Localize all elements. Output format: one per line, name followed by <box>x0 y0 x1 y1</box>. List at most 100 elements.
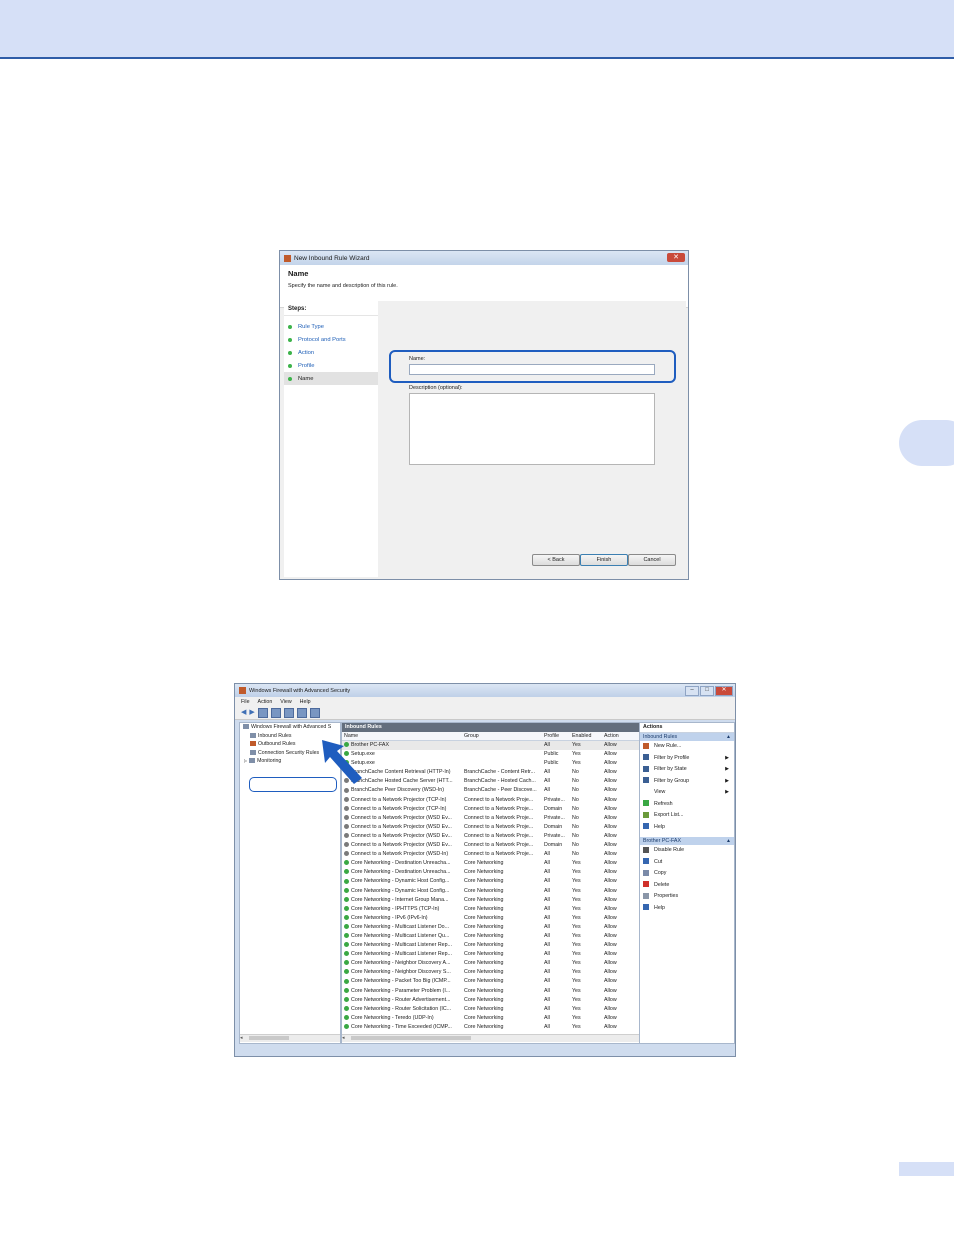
cell-text: Allow <box>604 787 617 794</box>
table-row[interactable]: Core Networking - Router Solicitation (I… <box>342 1005 639 1014</box>
table-row[interactable]: Core Networking - Time Exceeded (ICMP...… <box>342 1023 639 1032</box>
close-button[interactable]: ✕ <box>667 253 685 262</box>
maximize-button[interactable]: □ <box>700 686 714 696</box>
table-row[interactable]: Core Networking - Packet Too Big (ICMP..… <box>342 977 639 986</box>
table-row[interactable]: Core Networking - Destination Unreacha..… <box>342 868 639 877</box>
table-row[interactable]: Connect to a Network Projector (WSD Ev..… <box>342 832 639 841</box>
table-row[interactable]: Core Networking - Neighbor Discovery S..… <box>342 968 639 977</box>
table-row[interactable]: BranchCache Peer Discovery (WSD-In) Branc… <box>342 786 639 795</box>
menu-help[interactable]: Help <box>300 699 311 705</box>
menu-action[interactable]: Action <box>258 699 273 705</box>
step-protocol-ports[interactable]: Protocol and Ports <box>284 333 378 346</box>
minimize-button[interactable]: – <box>685 686 699 696</box>
table-row[interactable]: Connect to a Network Projector (WSD Ev..… <box>342 814 639 823</box>
action-item[interactable]: Copy <box>640 868 734 880</box>
table-row[interactable]: Core Networking - Multicast Listener Qu.… <box>342 932 639 941</box>
close-button[interactable]: ✕ <box>715 686 733 696</box>
toolbar: ◀ ▶ <box>235 706 735 720</box>
tree-root[interactable]: Windows Firewall with Advanced S <box>240 723 340 732</box>
step-rule-type[interactable]: Rule Type <box>284 320 378 333</box>
action-item[interactable]: Refresh <box>640 799 734 811</box>
table-row[interactable]: Core Networking - Neighbor Discovery A..… <box>342 959 639 968</box>
rule-action-cell: Allow <box>602 977 639 986</box>
finish-button[interactable]: Finish <box>580 554 628 566</box>
cell-text: Allow <box>604 896 617 903</box>
step-action[interactable]: Action <box>284 346 378 359</box>
step-profile[interactable]: Profile <box>284 359 378 372</box>
table-row[interactable]: Connect to a Network Projector (TCP-In) C… <box>342 805 639 814</box>
table-row[interactable]: Core Networking - Dynamic Host Config...… <box>342 877 639 886</box>
action-item[interactable]: View ▶ <box>640 787 734 799</box>
table-row[interactable]: Core Networking - Multicast Listener Rep… <box>342 950 639 959</box>
column-header-action[interactable]: Action <box>602 732 639 740</box>
action-item[interactable]: Filter by State ▶ <box>640 764 734 776</box>
table-row[interactable]: BranchCache Hosted Cache Server (HTT... B… <box>342 777 639 786</box>
back-button[interactable]: < Back <box>532 554 580 566</box>
tree-horizontal-scrollbar[interactable]: ◂ <box>240 1034 340 1042</box>
table-row[interactable]: Core Networking - Teredo (UDP-In) Core Ne… <box>342 1014 639 1023</box>
collapse-icon[interactable]: ▲ <box>726 733 731 741</box>
action-item[interactable]: Export List... <box>640 810 734 822</box>
rule-name-cell: Core Networking - Dynamic Host Config... <box>342 877 462 886</box>
table-row[interactable]: Core Networking - Router Advertisement..… <box>342 996 639 1005</box>
column-header-group[interactable]: Group <box>462 732 542 740</box>
table-row[interactable]: Connect to a Network Projector (WSD Ev..… <box>342 823 639 832</box>
table-row[interactable]: Core Networking - Dynamic Host Config...… <box>342 887 639 896</box>
actions-section-inbound[interactable]: Inbound Rules ▲ <box>640 733 734 741</box>
table-row[interactable]: Brother PC-FAX All Yes Allow <box>342 741 639 751</box>
action-item[interactable]: Help <box>640 822 734 834</box>
cell-text: All <box>544 923 550 930</box>
table-row[interactable]: Core Networking - Destination Unreacha..… <box>342 859 639 868</box>
step-name[interactable]: Name <box>284 372 378 385</box>
action-item[interactable]: Help <box>640 903 734 915</box>
rule-name-cell: Connect to a Network Projector (WSD Ev..… <box>342 841 462 850</box>
rule-group-cell: Connect to a Network Proje... <box>462 841 542 850</box>
back-arrow-icon[interactable]: ◀ <box>241 709 246 717</box>
show-hide-tree-icon[interactable] <box>270 707 281 718</box>
forward-arrow-icon[interactable]: ▶ <box>249 709 254 717</box>
menu-file[interactable]: File <box>241 699 250 705</box>
table-row[interactable]: Core Networking - Multicast Listener Rep… <box>342 941 639 950</box>
action-item[interactable]: Delete <box>640 880 734 892</box>
action-item[interactable]: Properties <box>640 891 734 903</box>
action-item[interactable]: Filter by Group ▶ <box>640 776 734 788</box>
column-header-profile[interactable]: Profile <box>542 732 570 740</box>
up-folder-icon[interactable] <box>257 707 268 718</box>
cell-text: Core Networking - Dynamic Host Config... <box>351 878 450 885</box>
column-header-enabled[interactable]: Enabled <box>570 732 602 740</box>
properties-icon[interactable] <box>309 707 320 718</box>
table-row[interactable]: Setup.exe Public Yes Allow <box>342 759 639 768</box>
table-row[interactable]: BranchCache Content Retrieval (HTTP-In) B… <box>342 768 639 777</box>
table-row[interactable]: Core Networking - Internet Group Mana...… <box>342 896 639 905</box>
rule-group-cell: Connect to a Network Proje... <box>462 805 542 814</box>
table-row[interactable]: Connect to a Network Projector (WSD Ev..… <box>342 841 639 850</box>
table-row[interactable]: Connect to a Network Projector (TCP-In) C… <box>342 796 639 805</box>
expand-arrow-icon[interactable]: ▷ <box>244 758 247 763</box>
table-row[interactable]: Core Networking - IPv6 (IPv6-In) Core Net… <box>342 914 639 923</box>
rule-group-cell: Core Networking <box>462 868 542 877</box>
refresh-icon[interactable] <box>283 707 294 718</box>
action-item[interactable]: Disable Rule <box>640 845 734 857</box>
cell-text: Yes <box>572 760 581 767</box>
cell-text: Connect to a Network Proje... <box>464 814 534 821</box>
cancel-button[interactable]: Cancel <box>628 554 676 566</box>
enabled-rule-icon <box>344 978 349 984</box>
actions-section-rule[interactable]: Brother PC-FAX ▲ <box>640 837 734 845</box>
cell-text: Allow <box>604 860 617 867</box>
table-row[interactable]: Core Networking - IPHTTPS (TCP-In) Core N… <box>342 905 639 914</box>
table-row[interactable]: Core Networking - Multicast Listener Do.… <box>342 923 639 932</box>
grid-horizontal-scrollbar[interactable]: ◂ <box>342 1034 639 1042</box>
action-item[interactable]: Filter by Profile ▶ <box>640 753 734 765</box>
menu-view[interactable]: View <box>280 699 291 705</box>
table-row[interactable]: Connect to a Network Projector (WSD-In) C… <box>342 850 639 859</box>
help-icon[interactable] <box>296 707 307 718</box>
rule-enabled-cell: Yes <box>570 914 602 923</box>
table-row[interactable]: Setup.exe Public Yes Allow <box>342 750 639 759</box>
collapse-icon[interactable]: ▲ <box>726 837 731 845</box>
table-row[interactable]: Core Networking - Parameter Problem (I..… <box>342 987 639 996</box>
description-textarea[interactable] <box>409 393 655 465</box>
rule-profile-cell: All <box>542 932 570 941</box>
cell-text: No <box>572 832 579 839</box>
action-item[interactable]: Cut <box>640 857 734 869</box>
action-item[interactable]: New Rule... <box>640 741 734 753</box>
